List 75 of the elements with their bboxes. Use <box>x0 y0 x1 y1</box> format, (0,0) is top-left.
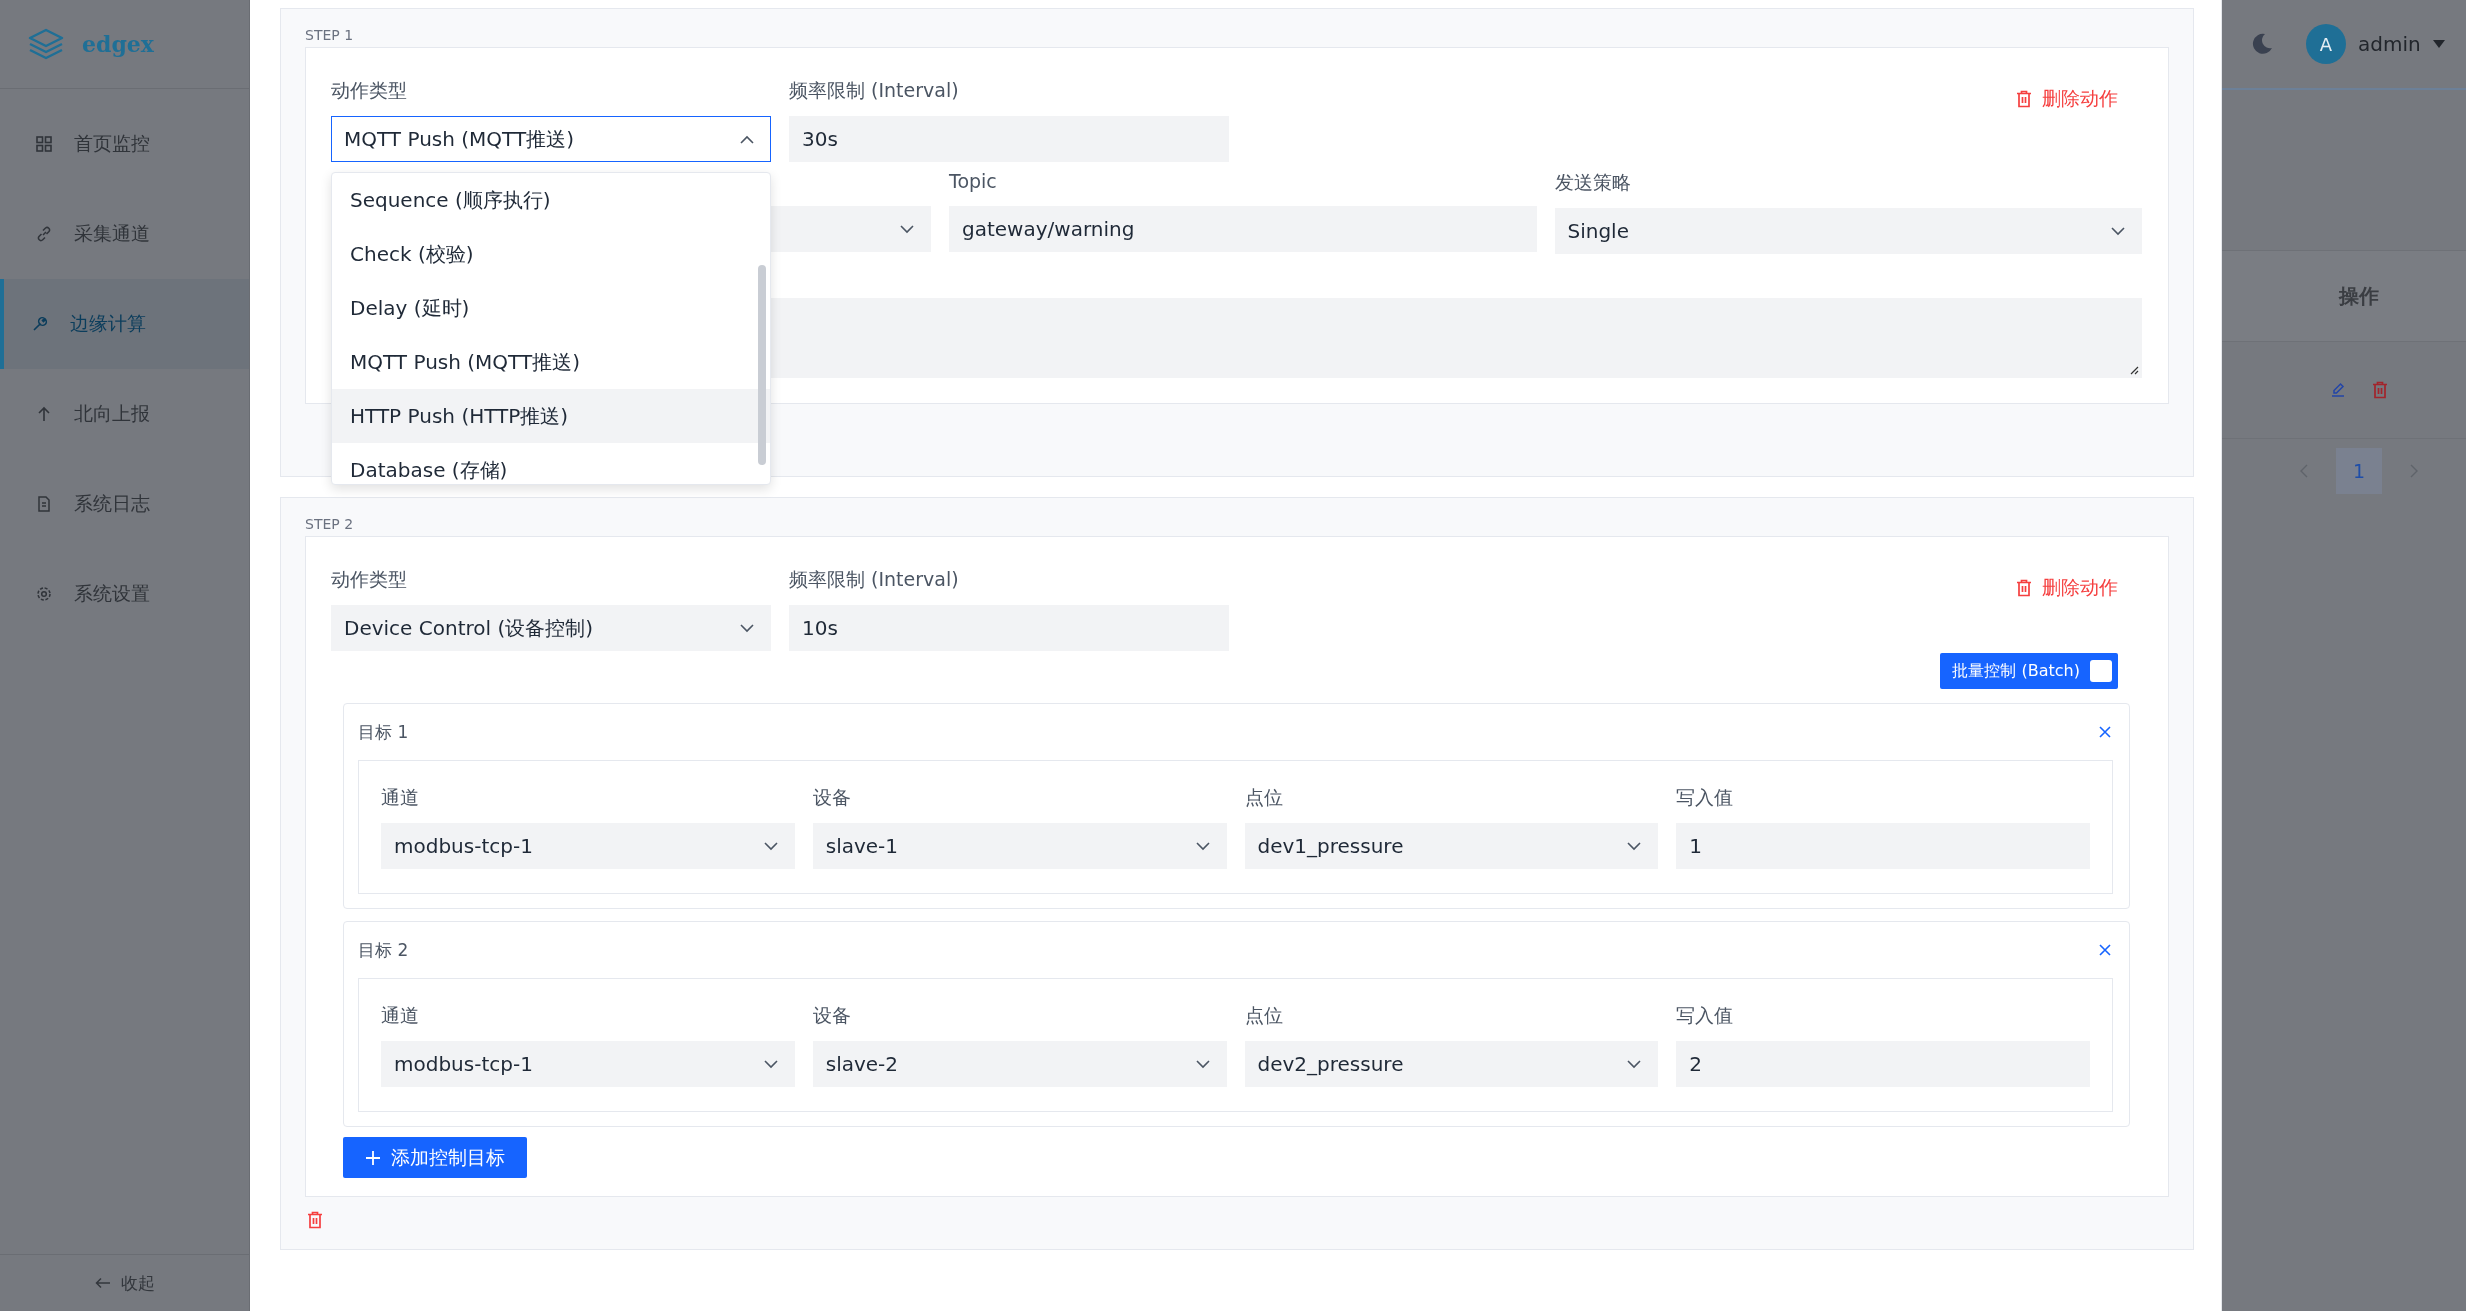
input-field[interactable]: 1 <box>1676 823 2090 869</box>
select-field[interactable]: modbus-tcp-1 <box>381 1041 795 1087</box>
trash-icon[interactable] <box>2372 381 2388 399</box>
delete-action-link[interactable]: 删除动作 <box>2016 86 2118 112</box>
field-label: 频率限制 (Interval) <box>789 567 960 592</box>
input-field[interactable]: gateway/warning <box>949 206 1537 252</box>
chevron-down-icon <box>1627 1059 1642 1069</box>
select-field[interactable]: slave-1 <box>812 823 1227 869</box>
step-label: STEP 1 <box>305 27 354 43</box>
field-label: 设备 <box>812 1003 852 1028</box>
brand-name: edgex <box>82 31 154 57</box>
dropdown-option[interactable]: Sequence (顺序执行) <box>332 173 770 227</box>
field-label: 写入值 <box>1676 1003 1735 1028</box>
chevron-down-icon <box>763 841 778 851</box>
select-field[interactable]: dev1_pressure <box>1244 823 1659 869</box>
field-label: 写入值 <box>1676 785 1735 810</box>
input-field[interactable]: 30s <box>789 116 1229 162</box>
field-label: 设备 <box>812 785 852 810</box>
avatar[interactable]: A <box>2306 24 2346 64</box>
settings-icon <box>36 586 52 602</box>
close-icon[interactable] <box>2099 726 2111 738</box>
arrow-left-icon <box>94 1277 111 1289</box>
dropdown-option[interactable]: Check (校验) <box>332 227 770 281</box>
input-field[interactable]: 10s <box>789 605 1229 651</box>
wrench-icon <box>32 316 48 332</box>
input-field[interactable]: 2 <box>1676 1041 2090 1087</box>
select-field[interactable]: Device Control (设备控制) <box>331 605 771 651</box>
caret-icon[interactable] <box>2432 40 2445 48</box>
trash-icon <box>2016 579 2032 597</box>
field-label: 点位 <box>1244 785 1284 810</box>
add-target-button[interactable]: 添加控制目标 <box>343 1137 527 1178</box>
field-label: 通道 <box>381 785 420 810</box>
field-label: 通道 <box>381 1003 420 1028</box>
plus-icon <box>365 1149 381 1166</box>
layers-icon <box>28 28 64 60</box>
select-field[interactable]: MQTT Push (MQTT推送) <box>331 116 771 162</box>
target-title: 目标 1 <box>358 720 409 744</box>
target-title: 目标 2 <box>358 938 409 962</box>
grid-icon <box>36 136 52 152</box>
trash-icon <box>307 1211 323 1229</box>
select-field[interactable]: slave-2 <box>812 1041 1227 1087</box>
dropdown-option[interactable]: Database (存储) <box>332 443 770 484</box>
chevron-down-icon <box>2111 226 2125 236</box>
arrow-up-icon <box>36 406 52 422</box>
chevron-up-icon <box>740 134 754 144</box>
select-field[interactable]: Single <box>1554 208 2142 254</box>
dropdown-option[interactable]: Delay (延时) <box>332 281 770 335</box>
resize-handle-icon <box>2129 365 2139 375</box>
chevron-down-icon <box>740 623 754 633</box>
link-icon <box>36 226 52 242</box>
field-label: 发送策略 <box>1554 170 1632 195</box>
dropdown-option[interactable]: HTTP Push (HTTP推送) <box>332 389 770 443</box>
trash-icon <box>2016 90 2032 108</box>
edit-icon[interactable] <box>2330 382 2346 398</box>
chevron-down-icon <box>1195 841 1210 851</box>
select-field[interactable]: modbus-tcp-1 <box>381 823 795 869</box>
scrollbar[interactable] <box>758 265 766 465</box>
chevron-down-icon <box>900 224 914 234</box>
chevron-down-icon <box>1627 841 1642 851</box>
batch-toggle[interactable]: 批量控制 (Batch) <box>1940 653 2118 689</box>
chevron-down-icon <box>1195 1059 1210 1069</box>
table-header-cell: 操作 <box>2339 282 2379 310</box>
close-icon[interactable] <box>2099 944 2111 956</box>
field-label: 频率限制 (Interval) <box>789 78 960 103</box>
field-label: 点位 <box>1244 1003 1284 1028</box>
field-label: 动作类型 <box>331 567 408 592</box>
chevron-down-icon <box>763 1059 778 1069</box>
field-label: Topic <box>949 170 998 194</box>
field-label: 动作类型 <box>331 78 408 103</box>
step-label: STEP 2 <box>305 516 354 532</box>
select-field[interactable]: dev2_pressure <box>1244 1041 1659 1087</box>
moon-icon[interactable] <box>2250 32 2274 56</box>
document-icon <box>36 496 52 512</box>
dropdown-option[interactable]: MQTT Push (MQTT推送) <box>332 335 770 389</box>
delete-action-link[interactable]: 删除动作 <box>2016 575 2118 601</box>
